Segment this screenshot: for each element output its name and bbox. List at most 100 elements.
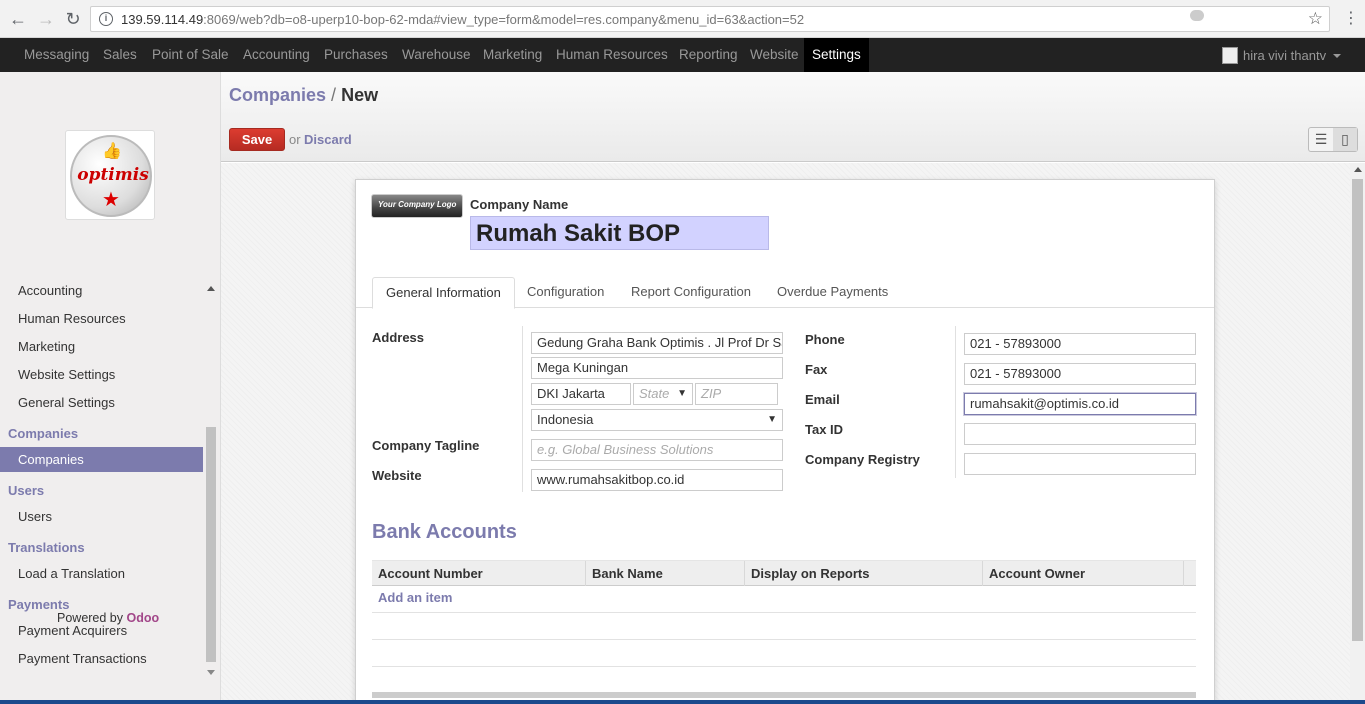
scroll-down-icon[interactable] — [207, 670, 215, 675]
discard-button[interactable]: Discard — [304, 132, 352, 147]
country-value: Indonesia — [537, 412, 594, 427]
list-view-icon[interactable]: ☰ — [1309, 128, 1333, 151]
main-scrollbar[interactable] — [1350, 163, 1365, 704]
breadcrumb-companies[interactable]: Companies — [229, 85, 326, 105]
menu-accounting[interactable]: Accounting — [243, 38, 310, 72]
or-text: or — [289, 132, 301, 147]
sidebar-header-payments: Payments — [8, 597, 70, 612]
breadcrumb-separator: / — [331, 85, 337, 105]
forward-icon[interactable]: → — [36, 9, 56, 29]
app-menu-bar: Messaging Sales Point of Sale Accounting… — [0, 38, 1365, 72]
scrollbar-thumb[interactable] — [206, 427, 216, 662]
sidebar-header-companies: Companies — [8, 426, 79, 441]
city-input[interactable]: DKI Jakarta — [531, 383, 631, 405]
logo-placeholder-text: Your Company Logo — [378, 200, 457, 209]
sidebar-item-companies[interactable]: Companies — [0, 447, 203, 472]
dropdown-arrow-icon: ▼ — [767, 414, 777, 425]
website-input[interactable]: www.rumahsakitbop.co.id — [531, 469, 783, 491]
reload-icon[interactable]: ↻ — [63, 9, 83, 29]
company-logo-image[interactable]: Your Company Logo — [371, 194, 463, 218]
form-view-icon[interactable]: ▯ — [1333, 128, 1357, 151]
tagline-input[interactable]: e.g. Global Business Solutions — [531, 439, 783, 461]
phone-input[interactable]: 021 - 57893000 — [964, 333, 1196, 355]
column-account-owner[interactable]: Account Owner — [983, 561, 1184, 586]
breadcrumb-current: New — [341, 85, 379, 105]
chat-icon[interactable] — [1190, 10, 1204, 21]
state-select[interactable]: State ▼ — [633, 383, 693, 405]
caret-down-icon[interactable] — [1333, 54, 1341, 58]
fax-label: Fax — [805, 362, 828, 377]
bookmark-star-icon[interactable]: ☆ — [1308, 9, 1323, 29]
menu-messaging[interactable]: Messaging — [24, 38, 89, 72]
sidebar-item-users[interactable]: Users — [18, 509, 52, 524]
column-display-on-reports[interactable]: Display on Reports — [745, 561, 983, 586]
company-name-input[interactable]: Rumah Sakit BOP — [470, 216, 769, 250]
column-divider — [955, 326, 956, 478]
table-footer — [372, 692, 1196, 698]
tab-report-configuration[interactable]: Report Configuration — [618, 277, 764, 308]
sidebar-scrollbar[interactable] — [203, 282, 217, 675]
menu-human-resources[interactable]: Human Resources — [556, 38, 668, 72]
address-label: Address — [372, 330, 425, 345]
menu-point-of-sale[interactable]: Point of Sale — [152, 38, 229, 72]
tab-general-information[interactable]: General Information — [372, 277, 515, 309]
add-item-link[interactable]: Add an item — [378, 590, 452, 605]
sidebar-header-translations: Translations — [8, 540, 85, 555]
scrollbar-thumb[interactable] — [1352, 179, 1363, 641]
url-path: :8069/web?db=o8-uperp10-bop-62-mda#view_… — [203, 12, 805, 27]
menu-marketing[interactable]: Marketing — [483, 38, 542, 72]
table-row — [372, 612, 1196, 613]
menu-settings[interactable]: Settings — [804, 38, 869, 72]
zip-input[interactable]: ZIP — [695, 383, 778, 405]
column-account-number[interactable]: Account Number — [372, 561, 586, 586]
avatar[interactable] — [1222, 47, 1238, 64]
user-menu[interactable]: hira vivi thantv — [1243, 38, 1326, 72]
street-input[interactable]: Gedung Graha Bank Optimis . Jl Prof Dr S… — [531, 332, 783, 354]
country-select[interactable]: Indonesia ▼ — [531, 409, 783, 431]
tax-id-input[interactable] — [964, 423, 1196, 445]
company-name-label: Company Name — [470, 197, 569, 212]
menu-purchases[interactable]: Purchases — [324, 38, 388, 72]
info-icon[interactable]: i — [99, 12, 113, 26]
control-panel: Companies / New Save or Discard ☰ ▯ — [221, 72, 1365, 162]
os-taskbar — [0, 700, 1365, 704]
sidebar-item-payment-transactions[interactable]: Payment Transactions — [18, 651, 147, 666]
registry-label: Company Registry — [805, 452, 920, 467]
sidebar-item-payment-acquirers[interactable]: Payment Acquirers — [18, 623, 127, 638]
scroll-up-icon[interactable] — [207, 286, 215, 291]
tab-overdue-payments[interactable]: Overdue Payments — [764, 277, 901, 308]
url-text: 139.59.114.49:8069/web?db=o8-uperp10-bop… — [121, 12, 804, 27]
sidebar: 👍 optimis ★ Accounting Human Resources M… — [0, 72, 221, 704]
fax-input[interactable]: 021 - 57893000 — [964, 363, 1196, 385]
odoo-link[interactable]: Odoo — [127, 611, 160, 625]
logo-badge: 👍 optimis ★ — [70, 135, 152, 217]
address-bar[interactable]: i 139.59.114.49:8069/web?db=o8-uperp10-b… — [90, 6, 1330, 32]
menu-sales[interactable]: Sales — [103, 38, 137, 72]
thumbs-up-icon: 👍 — [102, 143, 122, 160]
sidebar-item-general-settings[interactable]: General Settings — [18, 395, 115, 410]
sidebar-item-accounting[interactable]: Accounting — [18, 283, 82, 298]
dropdown-arrow-icon: ▼ — [677, 388, 687, 399]
form-content-area: Your Company Logo Company Name Rumah Sak… — [221, 163, 1350, 704]
scroll-up-icon[interactable] — [1354, 167, 1362, 172]
street2-input[interactable]: Mega Kuningan — [531, 357, 783, 379]
url-host: 139.59.114.49 — [121, 12, 204, 27]
back-icon[interactable]: ← — [8, 9, 28, 29]
registry-input[interactable] — [964, 453, 1196, 475]
sidebar-item-marketing[interactable]: Marketing — [18, 339, 75, 354]
view-switcher: ☰ ▯ — [1308, 127, 1358, 152]
phone-label: Phone — [805, 332, 845, 347]
sidebar-item-website-settings[interactable]: Website Settings — [18, 367, 115, 382]
sidebar-item-load-translation[interactable]: Load a Translation — [18, 566, 125, 581]
browser-menu-icon[interactable]: ⋮ — [1343, 8, 1359, 28]
menu-website[interactable]: Website — [750, 38, 799, 72]
form-tabs: General Information Configuration Report… — [356, 277, 1214, 309]
email-input[interactable]: rumahsakit@optimis.co.id — [964, 393, 1196, 415]
sidebar-item-human-resources[interactable]: Human Resources — [18, 311, 126, 326]
save-button[interactable]: Save — [229, 128, 285, 151]
menu-reporting[interactable]: Reporting — [679, 38, 738, 72]
menu-warehouse[interactable]: Warehouse — [402, 38, 471, 72]
bank-accounts-header: Account Number Bank Name Display on Repo… — [372, 560, 1196, 586]
tab-configuration[interactable]: Configuration — [514, 277, 617, 308]
column-bank-name[interactable]: Bank Name — [586, 561, 745, 586]
